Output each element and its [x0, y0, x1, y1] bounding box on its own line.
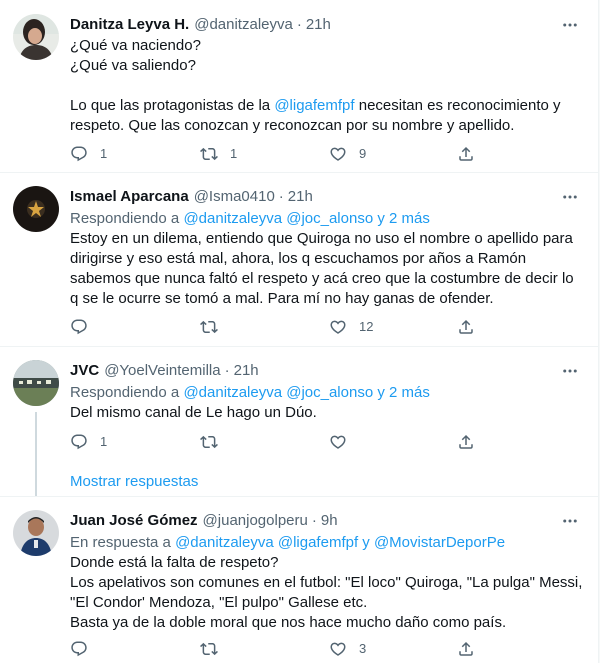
more-icon [561, 512, 579, 530]
reply-icon [70, 433, 88, 451]
tweet[interactable]: Danitza Leyva H. @danitzaleyva · 21h ¿Qu… [0, 0, 598, 173]
author-handle[interactable]: @danitzaleyva [194, 15, 293, 35]
avatar[interactable] [13, 360, 59, 406]
replying-to: En respuesta a @danitzaleyva @ligafemfpf… [70, 533, 584, 553]
replying-to-mentions[interactable]: @danitzaleyva @joc_alonso y 2 más [183, 210, 429, 227]
share-icon [457, 318, 475, 336]
replying-to: Respondiendo a @danitzaleyva @joc_alonso… [70, 209, 584, 229]
share-icon [457, 433, 475, 451]
like-button[interactable]: 9 [329, 144, 366, 164]
reply-button[interactable]: 1 [70, 432, 107, 452]
share-button[interactable] [457, 639, 475, 659]
author-handle[interactable]: @Isma0410 [194, 187, 275, 207]
avatar[interactable] [13, 14, 59, 60]
reply-button[interactable]: 1 [70, 144, 107, 164]
like-icon [329, 318, 347, 336]
author-name[interactable]: Danitza Leyva H. [70, 15, 189, 35]
like-count: 3 [359, 641, 367, 656]
like-button[interactable]: 3 [329, 639, 366, 659]
share-button[interactable] [457, 317, 475, 337]
show-replies-link[interactable]: Mostrar respuestas [70, 472, 198, 492]
replying-to: Respondiendo a @danitzaleyva @joc_alonso… [70, 383, 584, 403]
avatar[interactable] [13, 186, 59, 232]
retweet-count: 1 [230, 146, 238, 161]
like-icon [329, 145, 347, 163]
thread-line [35, 412, 37, 496]
like-icon [329, 640, 347, 658]
more-options-button[interactable] [556, 15, 584, 35]
mention-link[interactable]: @ligafemfpf [274, 97, 354, 114]
author-name[interactable]: Ismael Aparcana [70, 187, 189, 207]
avatar[interactable] [13, 510, 59, 556]
retweet-button[interactable] [200, 639, 230, 659]
reply-button[interactable] [70, 639, 100, 659]
author-handle[interactable]: @YoelVeintemilla [104, 361, 220, 381]
reply-button[interactable] [70, 317, 100, 337]
more-icon [561, 362, 579, 380]
separator-dot: · [224, 362, 230, 379]
tweet-text: Donde está la falta de respeto? Los apel… [70, 554, 583, 631]
like-count: 9 [359, 146, 367, 161]
divider [0, 346, 598, 347]
timestamp[interactable]: 21h [234, 361, 259, 381]
share-button[interactable] [457, 432, 475, 452]
separator-dot: · [296, 16, 302, 33]
more-options-button[interactable] [556, 511, 584, 531]
retweet-button[interactable] [200, 432, 230, 452]
retweet-icon [200, 145, 218, 163]
retweet-button[interactable]: 1 [200, 144, 237, 164]
author-name[interactable]: Juan José Gómez [70, 511, 198, 531]
timestamp[interactable]: 21h [306, 15, 331, 35]
more-icon [561, 188, 579, 206]
replying-to-label: Respondiendo a [70, 384, 180, 401]
tweet-text: Estoy en un dilema, entiendo que Quiroga… [70, 230, 578, 307]
replying-to-mentions[interactable]: @danitzaleyva @joc_alonso y 2 más [183, 384, 429, 401]
share-icon [457, 145, 475, 163]
share-icon [457, 640, 475, 658]
replying-to-label: En respuesta a [70, 534, 171, 551]
tweet-text: Del mismo canal de Le hago un Dúo. [70, 404, 317, 421]
reply-icon [70, 145, 88, 163]
reply-count: 1 [100, 146, 108, 161]
more-icon [561, 16, 579, 34]
separator-dot: · [278, 188, 284, 205]
tweet[interactable]: Juan José Gómez @juanjogolperu · 9h En r… [0, 497, 598, 663]
more-options-button[interactable] [556, 187, 584, 207]
reply-count: 1 [100, 434, 108, 449]
retweet-icon [200, 640, 218, 658]
separator-dot: · [311, 512, 317, 529]
tweet-text: ¿Qué va naciendo? ¿Qué va saliendo? Lo q… [70, 36, 584, 136]
retweet-icon [200, 433, 218, 451]
timestamp[interactable]: 9h [321, 511, 338, 531]
tweet[interactable]: Ismael Aparcana @Isma0410 · 21h Respondi… [0, 174, 598, 347]
share-button[interactable] [457, 144, 475, 164]
tweet-text-part: ¿Qué va naciendo? ¿Qué va saliendo? Lo q… [70, 37, 271, 114]
like-icon [329, 433, 347, 451]
reply-icon [70, 640, 88, 658]
more-options-button[interactable] [556, 361, 584, 381]
replies-feed: Danitza Leyva H. @danitzaleyva · 21h ¿Qu… [0, 0, 600, 663]
author-name[interactable]: JVC [70, 361, 99, 381]
retweet-button[interactable] [200, 317, 230, 337]
replying-to-label: Respondiendo a [70, 210, 180, 227]
replying-to-mentions[interactable]: @danitzaleyva @ligafemfpf y @MovistarDep… [175, 534, 505, 551]
reply-icon [70, 318, 88, 336]
like-button[interactable]: 12 [329, 317, 373, 337]
divider [0, 172, 598, 173]
retweet-icon [200, 318, 218, 336]
like-button[interactable] [329, 432, 359, 452]
timestamp[interactable]: 21h [288, 187, 313, 207]
like-count: 12 [359, 319, 374, 334]
author-handle[interactable]: @juanjogolperu [203, 511, 308, 531]
